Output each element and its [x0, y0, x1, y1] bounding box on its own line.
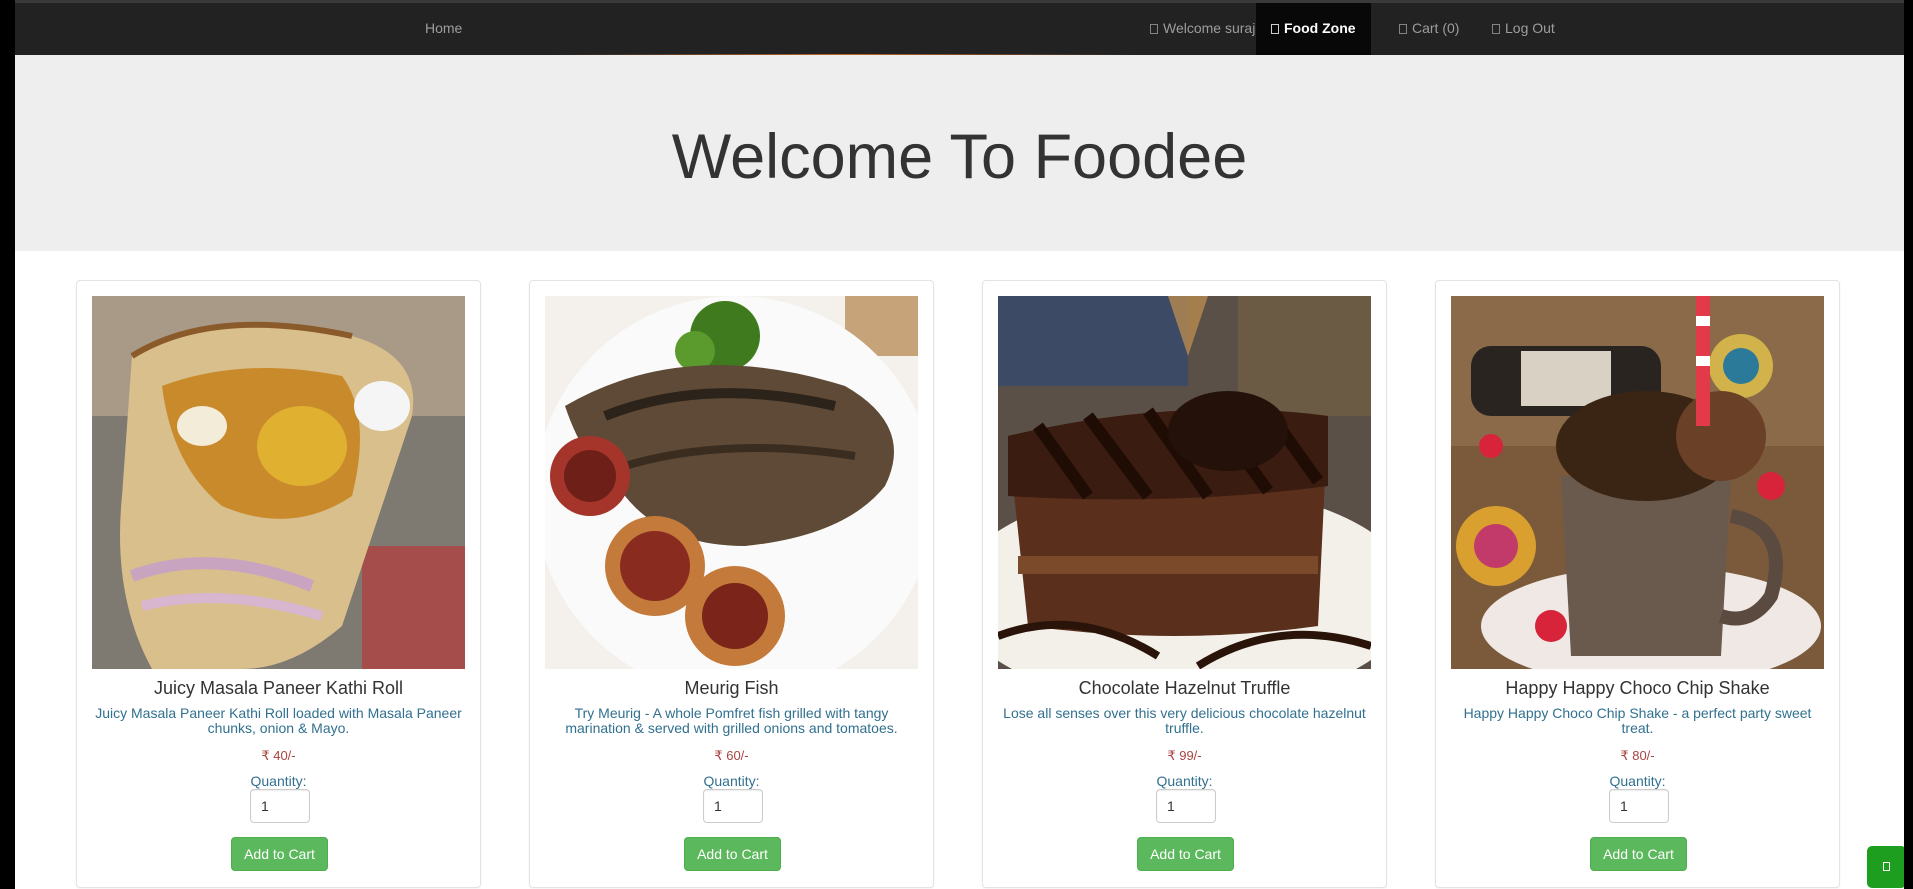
user-icon [1150, 24, 1158, 34]
product-name: Juicy Masala Paneer Kathi Roll [153, 678, 404, 698]
product-description: Happy Happy Choco Chip Shake - a perfect… [1463, 705, 1812, 736]
cart-icon [1399, 24, 1407, 34]
page: Home Welcome suraj Food Zone Cart (0) Lo… [15, 0, 1904, 889]
product-description: Juicy Masala Paneer Kathi Roll loaded wi… [95, 705, 462, 736]
quantity-input[interactable] [703, 789, 763, 823]
product-price: ₹ 40/- [261, 748, 296, 763]
product-card: Happy Happy Choco Chip Shake Happy Happy… [1435, 280, 1840, 888]
navbar: Home Welcome suraj Food Zone Cart (0) Lo… [15, 0, 1904, 56]
choco-shake-photo [1451, 296, 1824, 669]
nav-food-zone-link[interactable]: Food Zone [1256, 3, 1371, 55]
quantity-label: Quantity: [1156, 773, 1213, 789]
nav-home-link[interactable]: Home [410, 3, 477, 55]
product-name: Meurig Fish [684, 678, 779, 698]
quantity-input[interactable] [1156, 789, 1216, 823]
chat-button[interactable] [1867, 846, 1904, 888]
quantity-label: Quantity: [703, 773, 760, 789]
nav-logout-label: Log Out [1505, 20, 1555, 36]
chat-icon [1883, 862, 1890, 871]
nav-logout-link[interactable]: Log Out [1477, 3, 1570, 55]
product-description: Try Meurig - A whole Pomfret fish grille… [565, 705, 898, 736]
quantity-input[interactable] [1609, 789, 1669, 823]
cutlery-icon [1271, 24, 1279, 34]
product-card: Juicy Masala Paneer Kathi Roll Juicy Mas… [76, 280, 481, 888]
nav-food-zone-label: Food Zone [1284, 20, 1356, 36]
product-description: Lose all senses over this very delicious… [1003, 705, 1366, 736]
product-card: Chocolate Hazelnut Truffle Lose all sens… [982, 280, 1387, 888]
chocolate-cake-photo [998, 296, 1371, 669]
add-to-cart-button[interactable]: Add to Cart [231, 837, 328, 871]
product-price: ₹ 80/- [1620, 748, 1655, 763]
product-name: Chocolate Hazelnut Truffle [1078, 678, 1291, 698]
add-to-cart-button[interactable]: Add to Cart [1137, 837, 1234, 871]
add-to-cart-button[interactable]: Add to Cart [1590, 837, 1687, 871]
product-price: ₹ 99/- [1167, 748, 1202, 763]
product-name: Happy Happy Choco Chip Shake [1505, 678, 1770, 698]
grilled-fish-photo [545, 296, 918, 669]
product-price: ₹ 60/- [714, 748, 749, 763]
quantity-label: Quantity: [1609, 773, 1666, 789]
nav-cart-link[interactable]: Cart (0) [1384, 3, 1474, 55]
kathi-roll-photo [92, 296, 465, 669]
nav-home-label: Home [425, 20, 463, 36]
nav-welcome-link[interactable]: Welcome suraj [1135, 3, 1270, 55]
product-card: Meurig Fish Try Meurig - A whole Pomfret… [529, 280, 934, 888]
logout-icon [1492, 24, 1500, 34]
quantity-label: Quantity: [250, 773, 307, 789]
add-to-cart-button[interactable]: Add to Cart [684, 837, 781, 871]
quantity-input[interactable] [250, 789, 310, 823]
hero-banner: Welcome To Foodee [15, 55, 1904, 251]
nav-cart-label: Cart (0) [1412, 20, 1460, 36]
hero-title: Welcome To Foodee [671, 122, 1248, 192]
nav-welcome-label: Welcome suraj [1163, 20, 1256, 36]
